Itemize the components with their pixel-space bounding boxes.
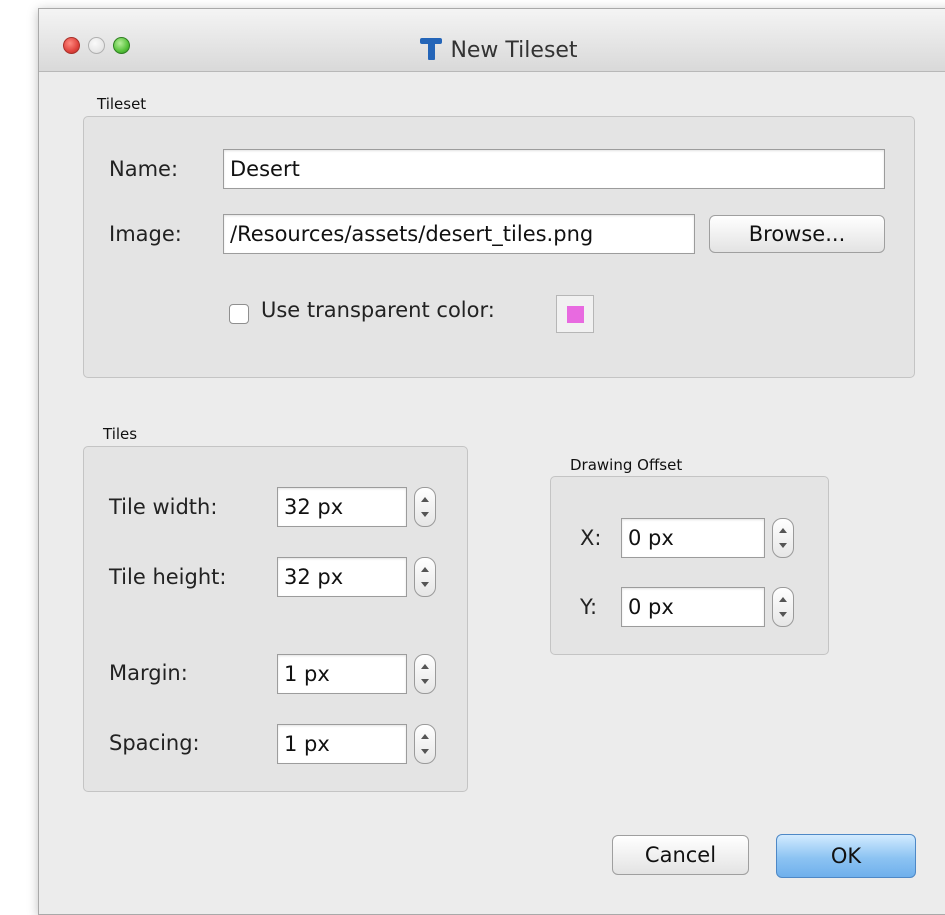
title-bar: New Tileset	[39, 9, 945, 72]
margin-label: Margin:	[109, 661, 188, 685]
chevron-down-icon[interactable]	[421, 679, 429, 684]
transparent-color-button[interactable]	[556, 295, 594, 333]
tileset-group: Name: Desert Image: /Resources/assets/de…	[83, 116, 915, 378]
chevron-up-icon[interactable]	[779, 528, 787, 533]
tileset-group-label: Tileset	[97, 95, 147, 113]
new-tileset-dialog: New Tileset Tileset Name: Desert Image: …	[38, 8, 945, 915]
chevron-up-icon[interactable]	[421, 664, 429, 669]
offset-y-stepper[interactable]	[772, 587, 794, 627]
chevron-down-icon[interactable]	[779, 543, 787, 548]
drawing-offset-group: X: 0 px Y: 0 px	[550, 476, 829, 655]
offset-x-stepper[interactable]	[772, 518, 794, 558]
spacing-field[interactable]: 1 px	[277, 724, 407, 764]
color-swatch	[567, 306, 584, 323]
spacing-label: Spacing:	[109, 731, 200, 755]
offset-x-field[interactable]: 0 px	[621, 518, 765, 558]
chevron-up-icon[interactable]	[779, 597, 787, 602]
window-title: New Tileset	[39, 38, 945, 63]
chevron-up-icon[interactable]	[421, 734, 429, 739]
cancel-button[interactable]: Cancel	[612, 835, 749, 875]
chevron-up-icon[interactable]	[421, 567, 429, 572]
tile-width-stepper[interactable]	[414, 487, 436, 527]
margin-stepper[interactable]	[414, 654, 436, 694]
tile-height-field[interactable]: 32 px	[277, 557, 407, 597]
tile-height-label: Tile height:	[109, 565, 227, 589]
drawing-offset-label: Drawing Offset	[570, 456, 683, 474]
chevron-down-icon[interactable]	[421, 749, 429, 754]
tile-width-label: Tile width:	[109, 495, 218, 519]
offset-y-field[interactable]: 0 px	[621, 587, 765, 627]
window-title-text: New Tileset	[450, 38, 578, 63]
image-path-field[interactable]: /Resources/assets/desert_tiles.png	[223, 214, 695, 254]
ok-button[interactable]: OK	[776, 834, 916, 878]
chevron-down-icon[interactable]	[421, 582, 429, 587]
offset-x-label: X:	[580, 526, 602, 550]
margin-field[interactable]: 1 px	[277, 654, 407, 694]
tile-height-stepper[interactable]	[414, 557, 436, 597]
chevron-down-icon[interactable]	[779, 612, 787, 617]
name-label: Name:	[109, 157, 179, 181]
tiles-group: Tile width: 32 px Tile height: 32 px Mar…	[83, 446, 468, 792]
browse-button[interactable]: Browse...	[709, 215, 885, 253]
chevron-down-icon[interactable]	[421, 512, 429, 517]
image-label: Image:	[109, 222, 182, 246]
tiles-group-label: Tiles	[103, 425, 138, 443]
tiled-logo-icon	[420, 38, 443, 60]
name-field[interactable]: Desert	[223, 149, 885, 189]
transparent-color-checkbox[interactable]	[229, 304, 249, 324]
transparent-color-label: Use transparent color:	[261, 298, 495, 322]
chevron-up-icon[interactable]	[421, 497, 429, 502]
spacing-stepper[interactable]	[414, 724, 436, 764]
offset-y-label: Y:	[580, 595, 598, 619]
tile-width-field[interactable]: 32 px	[277, 487, 407, 527]
